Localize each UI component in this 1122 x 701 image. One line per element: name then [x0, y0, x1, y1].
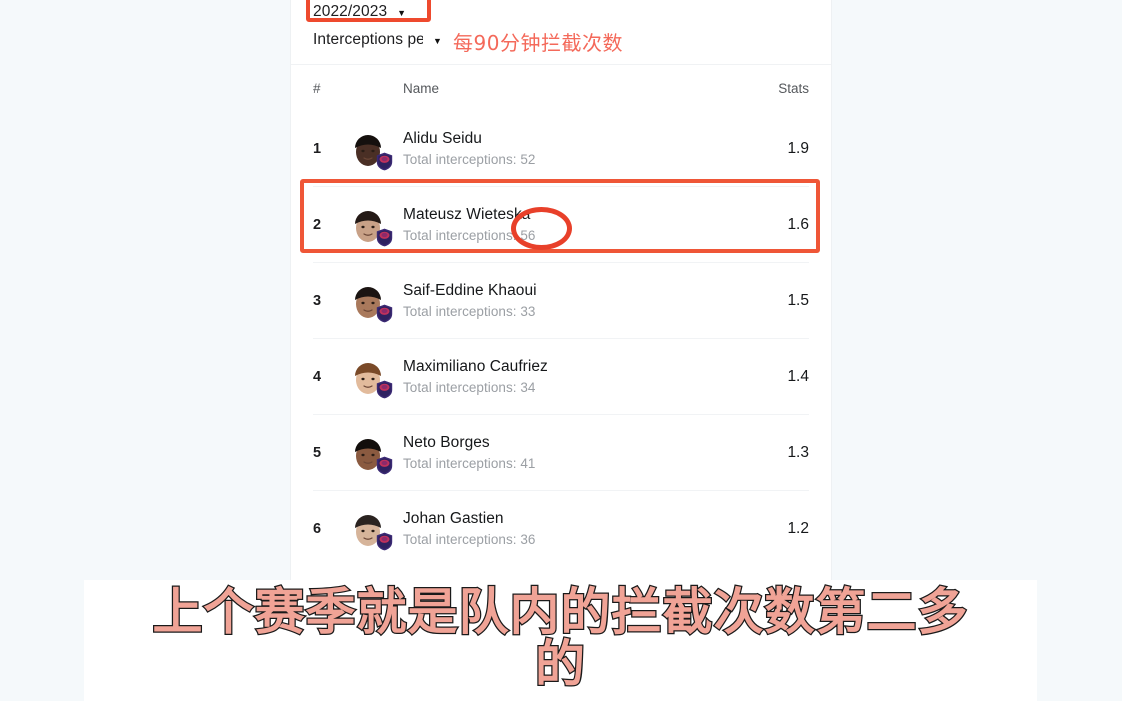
row-rank: 4 [313, 368, 322, 385]
header-stat: Stats [778, 80, 809, 96]
player-total-interceptions: Total interceptions: 41 [403, 456, 536, 472]
row-rank: 3 [313, 292, 322, 309]
avatar [347, 202, 393, 247]
team-badge-icon [376, 152, 393, 171]
row-rank: 1 [313, 140, 322, 157]
season-select-value: 2022/2023 [313, 3, 388, 20]
player-name: Johan Gastien [403, 509, 504, 527]
table-row[interactable]: 1 Alidu Seidu Total interceptions: 52 1.9 [313, 111, 809, 186]
avatar [347, 354, 393, 399]
table-row[interactable]: 4 Maximiliano Caufriez Total interceptions… [313, 338, 809, 414]
row-stat-value: 1.4 [787, 367, 809, 385]
avatar [347, 278, 393, 323]
player-total-interceptions: Total interceptions: 52 [403, 152, 536, 168]
player-name: Maximiliano Caufriez [403, 357, 548, 375]
row-stat-value: 1.9 [787, 139, 809, 157]
player-name: Saif-Eddine Khaoui [403, 281, 537, 299]
avatar [347, 126, 393, 171]
metric-select[interactable]: Interceptions pe ▼ [313, 31, 442, 49]
table-header-row: # Name Stats [313, 65, 809, 111]
team-badge-icon [376, 380, 393, 399]
row-name-cell: Johan Gastien Total interceptions: 36 [403, 509, 749, 549]
row-name-cell: Neto Borges Total interceptions: 41 [403, 433, 749, 473]
team-badge-icon [376, 228, 393, 247]
player-total-interceptions: Total interceptions: 36 [403, 532, 536, 548]
avatar [347, 506, 393, 551]
row-avatar-cell [347, 354, 403, 399]
row-name-cell: Maximiliano Caufriez Total interceptions:… [403, 357, 749, 397]
table-row[interactable]: 3 Saif-Eddine Khaoui Total interceptions: … [313, 262, 809, 338]
player-total-interceptions: Total interceptions: 34 [403, 380, 536, 396]
subtitle-line-1: 上个赛季就是队内的拦截次数第二多 [151, 583, 969, 641]
team-badge-icon [376, 304, 393, 323]
subtitle-line-2: 的 [534, 635, 587, 693]
row-avatar-cell [347, 202, 403, 247]
row-avatar-cell [347, 278, 403, 323]
table-body: 1 Alidu Seidu Total interceptions: 52 1.9 2 M… [313, 111, 809, 566]
table-row[interactable]: 5 Neto Borges Total interceptions: 41 1.3 [313, 414, 809, 490]
subtitle-overlay: 上个赛季就是队内的拦截次数第二多 的 [84, 580, 1037, 701]
row-stat-value: 1.2 [787, 519, 809, 537]
header-name: Name [403, 80, 440, 96]
player-stats-card: 2022/2023 ▼ Interceptions pe ▼ # Name St… [291, 0, 831, 592]
player-name: Alidu Seidu [403, 129, 482, 147]
team-badge-icon [376, 456, 393, 475]
row-stat-value: 1.5 [787, 291, 809, 309]
row-name-cell: Mateusz Wieteska Total interceptions: 56 [403, 205, 749, 245]
chevron-down-icon: ▼ [433, 35, 443, 46]
table-row[interactable]: 2 Mateusz Wieteska Total interceptions: 56… [313, 186, 809, 262]
season-select[interactable]: 2022/2023 ▼ [313, 3, 406, 21]
row-rank: 6 [313, 520, 322, 537]
row-stat-value: 1.3 [787, 443, 809, 461]
chevron-down-icon: ▼ [397, 7, 407, 18]
metric-select-value: Interceptions pe [313, 31, 423, 48]
metric-annotation-label: 每90分钟拦截次数 [453, 31, 623, 55]
team-badge-icon [376, 532, 393, 551]
row-avatar-cell [347, 430, 403, 475]
season-select-row: 2022/2023 ▼ [313, 0, 809, 26]
header-rank: # [313, 80, 321, 96]
player-total-interceptions: Total interceptions: 33 [403, 304, 536, 320]
row-rank: 5 [313, 444, 322, 461]
row-avatar-cell [347, 506, 403, 551]
row-avatar-cell [347, 126, 403, 171]
row-rank: 2 [313, 216, 322, 233]
table-row[interactable]: 6 Johan Gastien Total interceptions: 36 1.2 [313, 490, 809, 566]
avatar [347, 430, 393, 475]
row-name-cell: Alidu Seidu Total interceptions: 52 [403, 129, 749, 169]
player-total-interceptions: Total interceptions: 56 [403, 228, 536, 244]
leaderboard-table: # Name Stats 1 Alidu Seidu Total intercept… [291, 65, 831, 566]
player-name: Neto Borges [403, 433, 490, 451]
row-stat-value: 1.6 [787, 215, 809, 233]
player-name: Mateusz Wieteska [403, 205, 531, 223]
row-name-cell: Saif-Eddine Khaoui Total interceptions: 3… [403, 281, 749, 321]
